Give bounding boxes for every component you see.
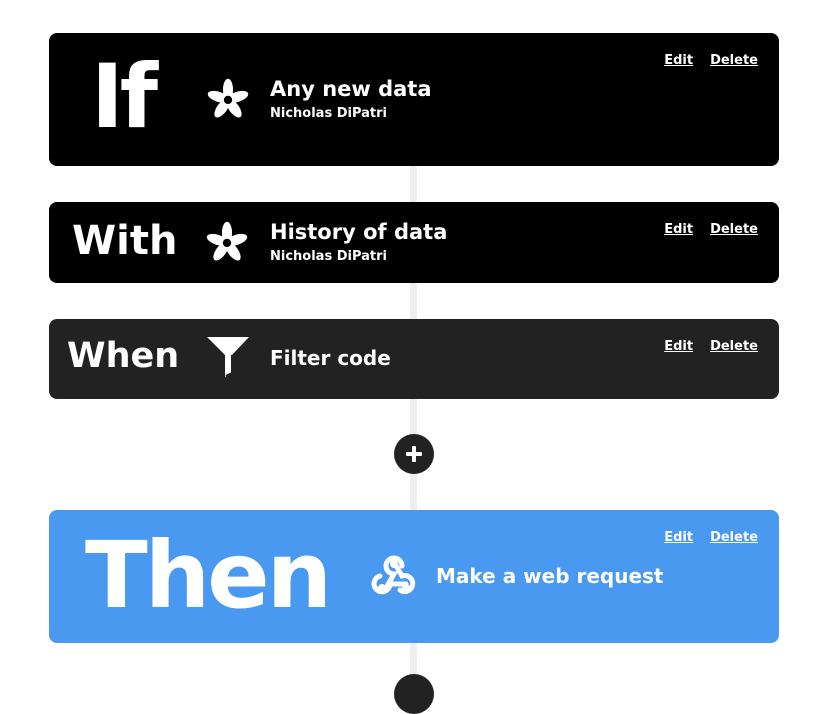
then-action-card: Then Make a web request Edit Delete	[49, 510, 779, 643]
if-title: Any new data	[270, 77, 432, 101]
adafruit-star-icon	[205, 76, 251, 122]
adafruit-star-icon	[204, 219, 250, 265]
with-edit-link[interactable]: Edit	[664, 222, 693, 237]
if-delete-link[interactable]: Delete	[710, 53, 758, 68]
then-actions: Edit Delete	[664, 530, 758, 545]
if-keyword: If	[91, 45, 158, 148]
with-title: History of data	[270, 220, 448, 244]
with-delete-link[interactable]: Delete	[710, 222, 758, 237]
when-keyword: When	[67, 336, 180, 376]
with-actions: Edit Delete	[664, 222, 758, 237]
filter-icon	[207, 337, 249, 377]
with-query-card: With History of data Nicholas DiPatri Ed…	[49, 202, 779, 283]
if-subtitle: Nicholas DiPatri	[270, 106, 387, 121]
add-step-button-bottom[interactable]	[394, 674, 434, 714]
then-title: Make a web request	[436, 564, 664, 588]
when-filter-card: When Filter code Edit Delete	[49, 319, 779, 399]
add-step-button[interactable]	[394, 434, 434, 474]
when-delete-link[interactable]: Delete	[710, 339, 758, 354]
if-edit-link[interactable]: Edit	[664, 53, 693, 68]
then-edit-link[interactable]: Edit	[664, 530, 693, 545]
if-actions: Edit Delete	[664, 53, 758, 68]
when-edit-link[interactable]: Edit	[664, 339, 693, 354]
if-trigger-card: If Any new data Nicholas DiPatri Edit De…	[49, 33, 779, 166]
then-keyword: Then	[85, 522, 332, 629]
with-subtitle: Nicholas DiPatri	[270, 249, 387, 264]
when-actions: Edit Delete	[664, 339, 758, 354]
with-keyword: With	[72, 218, 178, 264]
when-title: Filter code	[270, 346, 391, 370]
webhooks-icon	[370, 554, 418, 598]
then-delete-link[interactable]: Delete	[710, 530, 758, 545]
